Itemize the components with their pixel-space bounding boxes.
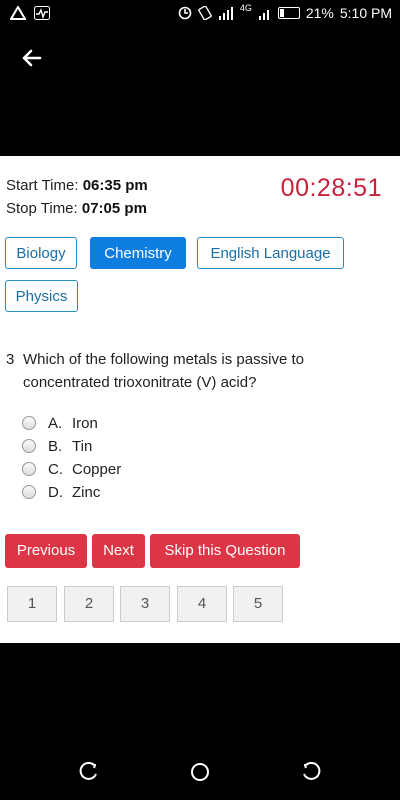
start-time-label: Start Time:	[6, 177, 79, 194]
previous-button[interactable]: Previous	[5, 534, 87, 568]
option-letter: D.	[48, 483, 63, 501]
network-type: 4G	[239, 3, 252, 13]
option-letter: C.	[48, 460, 63, 478]
battery-level: 21%	[305, 5, 334, 21]
radio-button[interactable]	[22, 485, 36, 499]
start-time-value: 06:35 pm	[82, 177, 148, 194]
countdown-timer: 00:28:51	[280, 174, 382, 202]
radio-button[interactable]	[22, 439, 36, 453]
stop-time-value: 07:05 pm	[81, 200, 147, 217]
option-text: Iron	[72, 414, 98, 432]
subject-tab-biology[interactable]: Biology	[5, 237, 77, 269]
radio-button[interactable]	[22, 462, 36, 476]
signal-2-icon	[258, 9, 269, 20]
option-letter: B.	[48, 437, 63, 455]
next-button[interactable]: Next	[92, 534, 145, 568]
status-bar: 4G 21% 5:10 PM	[0, 0, 400, 28]
option-b[interactable]: B. Tin	[22, 435, 92, 457]
pulse-app-icon	[34, 6, 50, 20]
subject-tab-chemistry[interactable]: Chemistry	[90, 237, 186, 269]
recent-apps-icon[interactable]	[78, 761, 100, 783]
page-button-2[interactable]: 2	[64, 586, 114, 622]
phone-screen: 4G 21% 5:10 PM Start Time: 06:35 pm Stop…	[0, 0, 400, 800]
question-text: Which of the following metals is passive…	[23, 351, 304, 391]
time-info: Start Time: 06:35 pm Stop Time: 07:05 pm	[6, 174, 148, 220]
page-button-1[interactable]: 1	[7, 586, 57, 622]
rotation-icon	[198, 6, 212, 20]
option-c[interactable]: C. Copper	[22, 458, 121, 480]
skip-question-button[interactable]: Skip this Question	[150, 534, 300, 568]
back-arrow-icon[interactable]	[18, 44, 46, 72]
option-a[interactable]: A. Iron	[22, 412, 98, 434]
option-text: Zinc	[72, 483, 101, 501]
data-saver-icon	[178, 6, 192, 20]
system-nav-bar	[0, 745, 400, 800]
page-button-4[interactable]: 4	[177, 586, 227, 622]
signal-icon	[218, 6, 233, 20]
page-button-3[interactable]: 3	[120, 586, 170, 622]
stop-time-label: Stop Time:	[6, 200, 78, 217]
option-letter: A.	[48, 414, 63, 432]
clock: 5:10 PM	[339, 5, 392, 21]
option-text: Copper	[72, 460, 122, 478]
notification-warning-icon	[10, 6, 26, 20]
subject-tab-physics[interactable]: Physics	[5, 280, 78, 312]
home-icon[interactable]	[189, 761, 211, 783]
page-button-5[interactable]: 5	[233, 586, 283, 622]
quiz-panel: Start Time: 06:35 pm Stop Time: 07:05 pm…	[0, 156, 400, 643]
subject-tab-english-language[interactable]: English Language	[197, 237, 344, 269]
question-number: 3	[6, 351, 15, 368]
option-d[interactable]: D. Zinc	[22, 481, 100, 503]
back-nav-icon[interactable]	[300, 761, 322, 783]
app-header	[0, 28, 400, 156]
battery-icon	[277, 7, 300, 19]
radio-button[interactable]	[22, 416, 36, 430]
option-text: Tin	[72, 437, 93, 455]
